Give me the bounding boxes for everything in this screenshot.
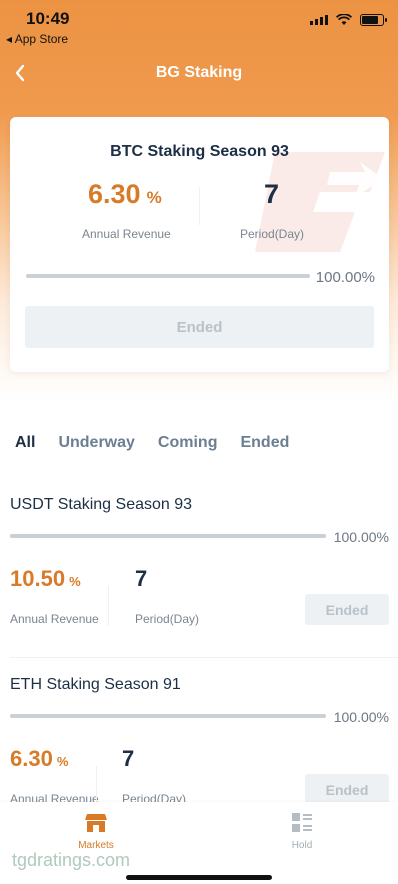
bottom-navigation: Markets Hold: [0, 802, 398, 884]
item-annual-revenue-value: 6.30: [10, 746, 53, 771]
item-divider: [96, 766, 97, 806]
item-progress-fill: [10, 534, 326, 538]
battery-icon: [360, 14, 387, 26]
item-title: USDT Staking Season 93: [10, 496, 193, 513]
featured-annual-revenue-label: Annual Revenue: [82, 227, 171, 241]
item-separator: [10, 657, 398, 658]
item-annual-revenue: 10.50%: [10, 566, 81, 592]
nav-hold-label: Hold: [291, 840, 313, 851]
list-item[interactable]: USDT Staking Season 93 100.00% 10.50% An…: [0, 496, 398, 676]
signal-icon: [310, 15, 328, 25]
featured-progress-fill: [26, 274, 310, 278]
item-annual-revenue-value: 10.50: [10, 566, 66, 591]
status-time: 10:49: [26, 9, 70, 28]
site-watermark: tgdratings.com: [12, 850, 131, 870]
filter-tabs: All Underway Coming Ended: [15, 434, 289, 452]
featured-progress-bar: [26, 274, 310, 278]
item-period-value: 7: [122, 746, 135, 771]
item-ended-button[interactable]: Ended: [305, 594, 389, 625]
store-icon: [85, 814, 107, 832]
featured-divider: [199, 187, 200, 225]
tab-underway[interactable]: Underway: [58, 434, 134, 452]
item-annual-revenue-label: Annual Revenue: [10, 612, 99, 626]
item-progress-fill: [10, 714, 326, 718]
featured-staking-card[interactable]: BTC Staking Season 93 6.30% Annual Reven…: [10, 117, 389, 372]
item-ended-button[interactable]: Ended: [305, 774, 389, 805]
featured-percent-sign: %: [146, 188, 162, 207]
home-indicator: [126, 875, 272, 880]
item-percent-sign: %: [69, 574, 81, 589]
featured-ended-button[interactable]: Ended: [25, 306, 374, 348]
nav-markets[interactable]: Markets: [56, 812, 136, 851]
item-title: ETH Staking Season 91: [10, 676, 181, 693]
item-progress-text: 100.00%: [333, 709, 389, 725]
tab-coming[interactable]: Coming: [158, 434, 218, 452]
status-icons: [310, 14, 387, 26]
navigation-bar: BG Staking: [0, 55, 398, 91]
tab-all[interactable]: All: [15, 434, 35, 452]
featured-annual-revenue: 6.30%: [88, 179, 162, 210]
featured-annual-revenue-value: 6.30: [88, 179, 141, 209]
item-percent-sign: %: [56, 754, 69, 769]
tab-ended[interactable]: Ended: [240, 434, 289, 452]
item-progress-text: 100.00%: [333, 529, 389, 545]
back-to-app-store-link[interactable]: ◂ App Store: [6, 32, 68, 46]
featured-progress-text: 100.00%: [315, 269, 375, 286]
item-period-value: 7: [135, 566, 148, 591]
featured-title: BTC Staking Season 93: [110, 143, 289, 160]
status-bar: 10:49 ◂ App Store: [0, 0, 398, 50]
list-icon: [292, 813, 312, 832]
item-progress-bar: [10, 534, 326, 538]
item-annual-revenue: 6.30%: [10, 746, 68, 772]
wifi-icon: [336, 14, 352, 25]
featured-period-label: Period(Day): [240, 227, 305, 241]
item-divider: [108, 586, 109, 626]
nav-hold[interactable]: Hold: [262, 812, 342, 851]
page-title: BG Staking: [155, 64, 243, 81]
featured-period-value: 7: [264, 179, 280, 209]
item-progress-bar: [10, 714, 326, 718]
item-period-label: Period(Day): [135, 612, 200, 626]
